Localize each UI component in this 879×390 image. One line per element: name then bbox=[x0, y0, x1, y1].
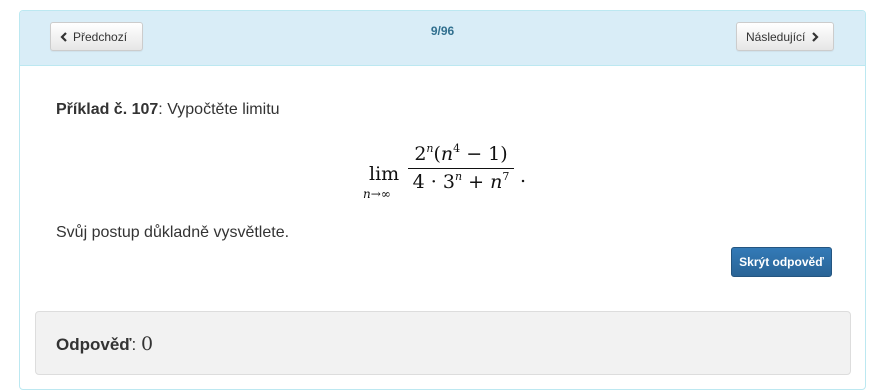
problem-prompt: Vypočtěte limitu bbox=[167, 101, 280, 118]
limit-operator: lim bbox=[369, 163, 400, 185]
exercise-panel: Předchozí 9/96 Následující Příklad č. 10… bbox=[19, 10, 866, 390]
answer-box: Odpověď: 0 bbox=[35, 311, 851, 375]
next-button[interactable]: Následující bbox=[736, 22, 834, 51]
fraction-denominator: 4 · 3n + n7 bbox=[412, 170, 510, 193]
problem-statement: Příklad č. 107: Vypočtěte limitu bbox=[56, 99, 836, 121]
next-button-label: Následující bbox=[746, 29, 806, 44]
fraction-bar bbox=[408, 168, 514, 169]
hide-answer-button[interactable]: Skrýt odpověď bbox=[731, 247, 832, 277]
chevron-right-icon bbox=[812, 31, 819, 42]
limit-subscript: n→∞ bbox=[363, 187, 391, 201]
navigation-bar: Předchozí 9/96 Následující bbox=[20, 11, 865, 66]
problem-separator: : bbox=[158, 101, 168, 118]
answer-label: Odpověď bbox=[56, 335, 132, 354]
formula-period: . bbox=[520, 165, 527, 187]
problem-instruction: Svůj postup důkladně vysvětlete. bbox=[56, 224, 290, 241]
answer-separator: : bbox=[131, 335, 141, 354]
problem-heading: Příklad č. 107 bbox=[56, 101, 159, 118]
limit-fraction: 2n(n4 − 1) 4 · 3n + n7 bbox=[408, 143, 514, 193]
answer-value: 0 bbox=[140, 333, 154, 355]
fraction-numerator: 2n(n4 − 1) bbox=[414, 142, 508, 165]
answer-text: Odpověď: 0 bbox=[56, 333, 153, 355]
limit-formula: lim n→∞ 2n(n4 − 1) 4 · 3n + n7 . bbox=[363, 141, 563, 205]
